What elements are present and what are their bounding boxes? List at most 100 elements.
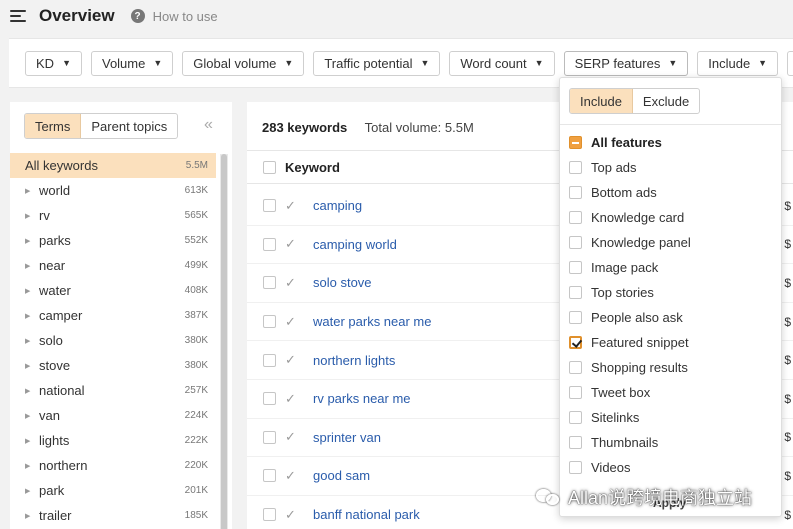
- term-count: 387K: [184, 310, 208, 321]
- column-keyword[interactable]: Keyword: [285, 160, 340, 175]
- triangle-right-icon[interactable]: ▶: [25, 287, 39, 295]
- serp-option[interactable]: Featured snippet: [569, 330, 774, 355]
- triangle-right-icon[interactable]: ▶: [25, 412, 39, 420]
- row-checkbox[interactable]: [263, 276, 276, 290]
- serp-option[interactable]: Tweet box: [569, 380, 774, 405]
- keyword-link[interactable]: camping world: [313, 237, 397, 252]
- cell-value-edge: $: [784, 468, 791, 483]
- tab-parent-topics[interactable]: Parent topics: [81, 114, 177, 138]
- keyword-link[interactable]: rv parks near me: [313, 391, 411, 406]
- option-checkbox[interactable]: [569, 136, 582, 149]
- serp-option[interactable]: Top ads: [569, 155, 774, 180]
- keyword-link[interactable]: sprinter van: [313, 430, 381, 445]
- how-to-use-link[interactable]: How to use: [153, 9, 218, 24]
- question-circle-icon[interactable]: ?: [130, 9, 145, 23]
- triangle-right-icon[interactable]: ▶: [25, 237, 39, 245]
- option-checkbox[interactable]: [569, 186, 582, 199]
- term-row[interactable]: ▶ water 408K: [10, 278, 216, 303]
- triangle-right-icon[interactable]: ▶: [25, 362, 39, 370]
- term-row[interactable]: ▶ near 499K: [10, 253, 216, 278]
- serp-option[interactable]: Image pack: [569, 255, 774, 280]
- term-row[interactable]: ▶ world 613K: [10, 178, 216, 203]
- serp-option[interactable]: Sitelinks: [569, 405, 774, 430]
- term-row[interactable]: ▶ parks 552K: [10, 228, 216, 253]
- term-row[interactable]: ▶ national 257K: [10, 378, 216, 403]
- triangle-right-icon[interactable]: ▶: [25, 437, 39, 445]
- option-checkbox[interactable]: [569, 386, 582, 399]
- row-checkbox[interactable]: [263, 199, 276, 213]
- serp-option[interactable]: All features: [569, 130, 774, 155]
- scrollbar-thumb[interactable]: [221, 154, 227, 529]
- tab-terms[interactable]: Terms: [25, 114, 82, 138]
- term-row[interactable]: ▶ camper 387K: [10, 303, 216, 328]
- triangle-right-icon[interactable]: ▶: [25, 487, 39, 495]
- option-checkbox[interactable]: [569, 436, 582, 449]
- mode-include[interactable]: Include: [570, 89, 633, 113]
- row-checkbox[interactable]: [263, 430, 276, 444]
- keyword-link[interactable]: good sam: [313, 468, 370, 483]
- option-checkbox[interactable]: [569, 361, 582, 374]
- filter-more[interactable]: [787, 50, 793, 76]
- term-row[interactable]: ▶ solo 380K: [10, 328, 216, 353]
- row-checkbox[interactable]: [263, 508, 276, 522]
- term-all-keywords[interactable]: All keywords 5.5M: [10, 153, 216, 178]
- keyword-link[interactable]: northern lights: [313, 353, 395, 368]
- serp-option[interactable]: Thumbnails: [569, 430, 774, 455]
- term-row[interactable]: ▶ lights 222K: [10, 428, 216, 453]
- mode-exclude[interactable]: Exclude: [633, 89, 699, 113]
- term-row[interactable]: ▶ northern 220K: [10, 453, 216, 478]
- filter-global-volume[interactable]: Global volume ▼: [182, 50, 305, 76]
- option-checkbox[interactable]: [569, 161, 582, 174]
- filter-word-count[interactable]: Word count ▼: [449, 50, 555, 76]
- row-checkbox[interactable]: [263, 353, 276, 367]
- filter-include[interactable]: Include ▼: [697, 50, 779, 76]
- serp-option[interactable]: Top stories: [569, 280, 774, 305]
- serp-option[interactable]: Shopping results: [569, 355, 774, 380]
- filter-traffic-potential[interactable]: Traffic potential ▼: [313, 50, 441, 76]
- cell-value-edge: $: [784, 507, 791, 522]
- filter-volume[interactable]: Volume ▼: [90, 50, 174, 76]
- row-checkbox[interactable]: [263, 392, 276, 406]
- serp-features-dropdown: Include Exclude All features Top ads Botto…: [559, 77, 782, 517]
- row-checkbox[interactable]: [263, 237, 276, 251]
- option-checkbox[interactable]: [569, 311, 582, 324]
- term-count: 257K: [184, 385, 208, 396]
- triangle-right-icon[interactable]: ▶: [25, 512, 39, 520]
- option-checkbox[interactable]: [569, 411, 582, 424]
- triangle-right-icon[interactable]: ▶: [25, 387, 39, 395]
- hamburger-icon[interactable]: [10, 10, 26, 22]
- triangle-right-icon[interactable]: ▶: [25, 337, 39, 345]
- triangle-right-icon[interactable]: ▶: [25, 212, 39, 220]
- term-row[interactable]: ▶ trailer 185K: [10, 503, 216, 528]
- serp-option[interactable]: Bottom ads: [569, 180, 774, 205]
- option-checkbox[interactable]: [569, 236, 582, 249]
- term-row[interactable]: ▶ park 201K: [10, 478, 216, 503]
- option-checkbox[interactable]: [569, 286, 582, 299]
- serp-option[interactable]: Knowledge card: [569, 205, 774, 230]
- select-all-checkbox[interactable]: [263, 160, 276, 174]
- option-checkbox[interactable]: [569, 261, 582, 274]
- option-checkbox[interactable]: [569, 461, 582, 474]
- serp-option[interactable]: People also ask: [569, 305, 774, 330]
- term-row[interactable]: ▶ rv 565K: [10, 203, 216, 228]
- keyword-link[interactable]: camping: [313, 198, 362, 213]
- option-checkbox[interactable]: [569, 211, 582, 224]
- triangle-right-icon[interactable]: ▶: [25, 262, 39, 270]
- row-checkbox[interactable]: [263, 469, 276, 483]
- term-count: 499K: [184, 260, 208, 271]
- filter-serp-features[interactable]: SERP features ▼: [563, 50, 689, 76]
- row-checkbox[interactable]: [263, 315, 276, 329]
- term-row[interactable]: ▶ van 224K: [10, 403, 216, 428]
- keyword-link[interactable]: banff national park: [313, 507, 420, 522]
- keyword-link[interactable]: water parks near me: [313, 314, 432, 329]
- collapse-icon[interactable]: «: [204, 116, 213, 134]
- serp-option[interactable]: Knowledge panel: [569, 230, 774, 255]
- serp-option[interactable]: Videos: [569, 455, 774, 480]
- term-row[interactable]: ▶ stove 380K: [10, 353, 216, 378]
- option-checkbox[interactable]: [569, 336, 582, 349]
- keyword-link[interactable]: solo stove: [313, 275, 372, 290]
- triangle-right-icon[interactable]: ▶: [25, 187, 39, 195]
- filter-kd[interactable]: KD ▼: [25, 50, 82, 76]
- triangle-right-icon[interactable]: ▶: [25, 312, 39, 320]
- triangle-right-icon[interactable]: ▶: [25, 462, 39, 470]
